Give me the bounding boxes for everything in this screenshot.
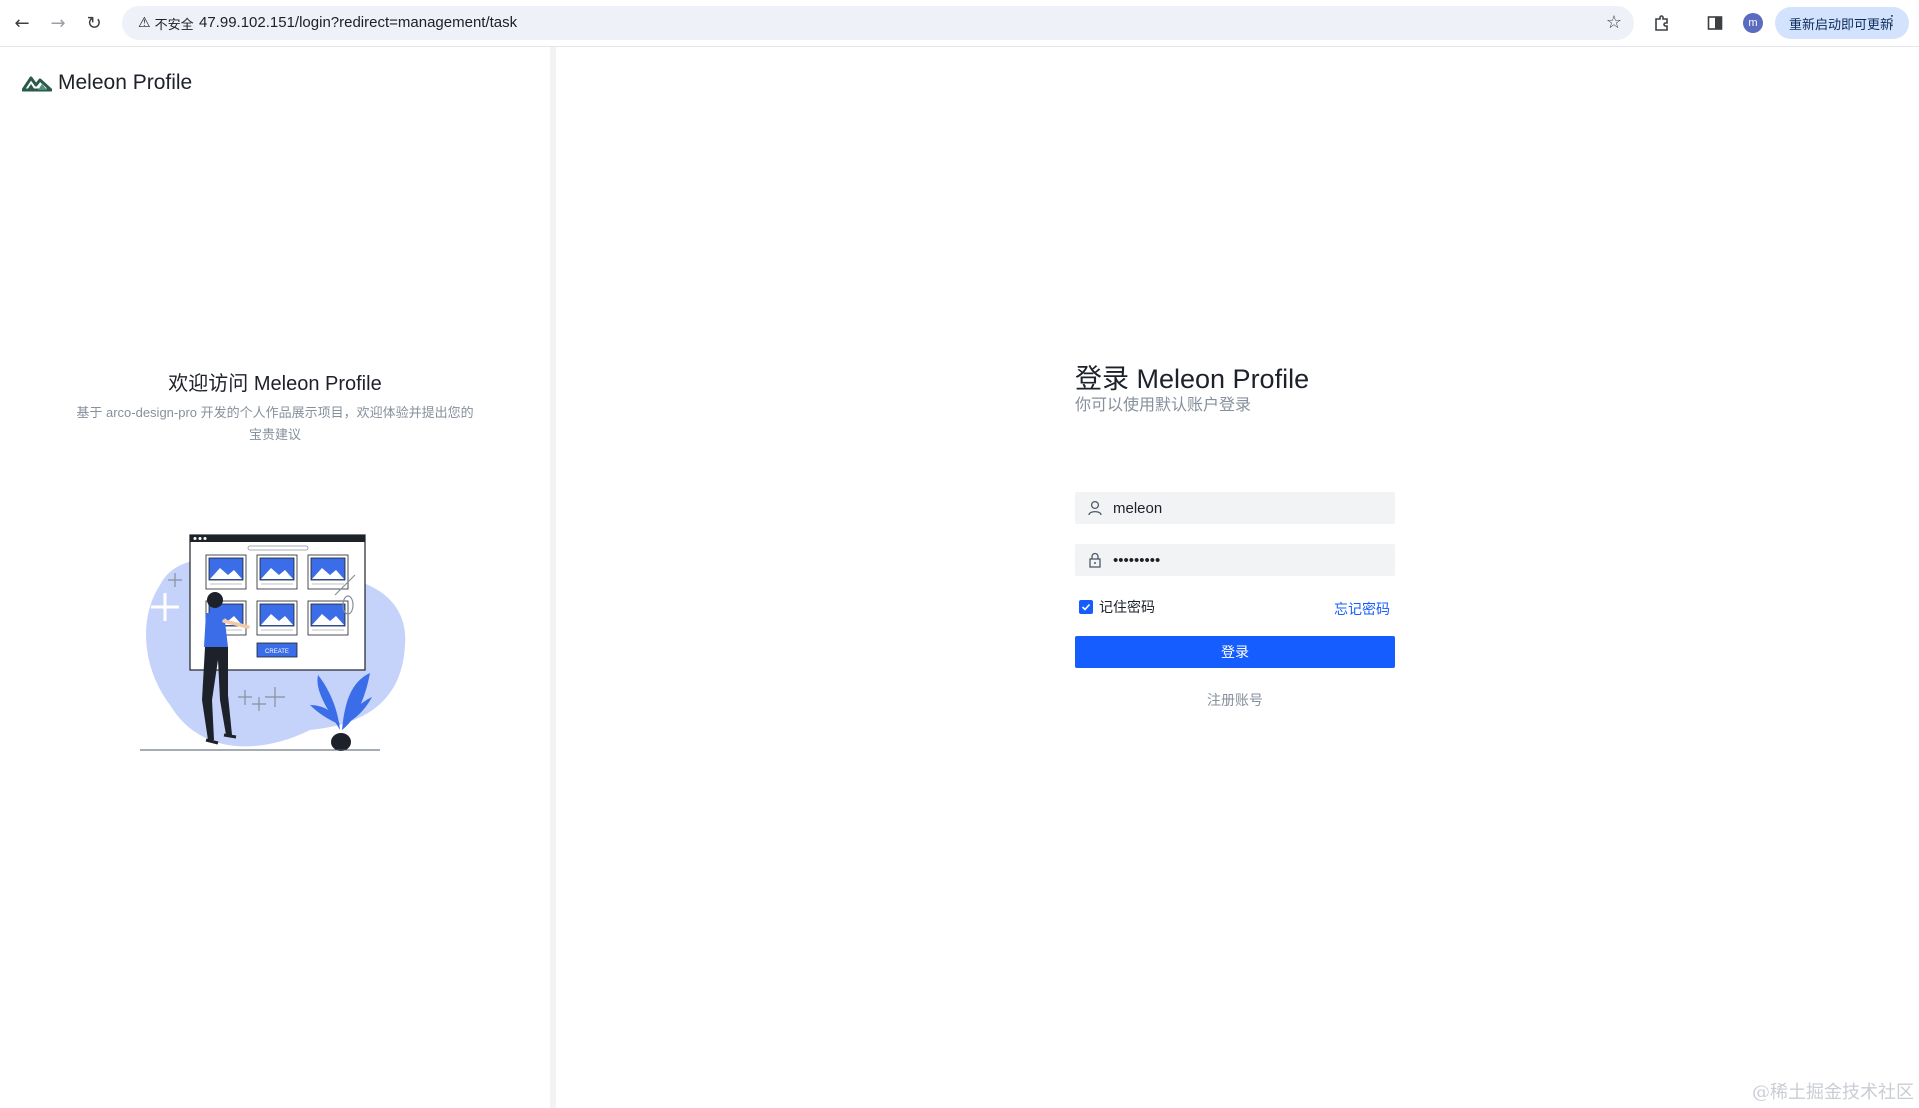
menu-icon[interactable]: ⋮ (1885, 13, 1899, 29)
remember-password[interactable]: 记住密码 (1079, 597, 1155, 617)
gallery-illustration: CREATE (140, 534, 406, 751)
warning-icon: ⚠ (138, 15, 151, 31)
login-subtitle: 你可以使用默认账户登录 (1075, 397, 1252, 414)
reload-icon[interactable]: ↻ (81, 10, 107, 36)
brand-logo[interactable]: Meleon Profile (22, 71, 192, 95)
update-button[interactable]: 重新启动即可更新 ⋮ (1775, 7, 1909, 39)
username-input[interactable] (1113, 492, 1383, 524)
address-bar[interactable]: ⚠ 不安全 47.99.102.151/login?redirect=manag… (122, 6, 1634, 40)
watermark: @稀土掘金技术社区 (1752, 1082, 1914, 1103)
login-button[interactable]: 登录 (1075, 636, 1395, 668)
extensions-icon[interactable] (1650, 11, 1674, 35)
panel-divider (550, 47, 556, 1108)
user-icon (1088, 500, 1102, 516)
url-text[interactable]: 47.99.102.151/login?redirect=management/… (199, 14, 517, 31)
password-field[interactable] (1075, 544, 1395, 576)
illustration-button-label: CREATE (265, 649, 289, 655)
mountain-logo-icon (22, 76, 52, 92)
welcome-title: 欢迎访问 Meleon Profile (168, 373, 382, 395)
forgot-password-link[interactable]: 忘记密码 (1334, 599, 1390, 619)
remember-checkbox[interactable] (1079, 600, 1093, 614)
browser-toolbar: ← → ↻ ⚠ 不安全 47.99.102.151/login?redirect… (0, 0, 1919, 47)
security-indicator[interactable]: ⚠ 不安全 (128, 10, 204, 36)
password-input[interactable] (1113, 544, 1383, 576)
back-icon[interactable]: ← (9, 10, 35, 36)
remember-label: 记住密码 (1099, 599, 1155, 615)
profile-avatar[interactable]: m (1743, 13, 1763, 33)
brand-name: Meleon Profile (58, 71, 193, 94)
register-link[interactable]: 注册账号 (1075, 690, 1395, 710)
update-label: 重新启动即可更新 (1789, 16, 1894, 32)
username-field[interactable] (1075, 492, 1395, 524)
security-label: 不安全 (154, 16, 194, 32)
side-panel-icon[interactable] (1703, 11, 1727, 35)
welcome-subtitle: 基于 arco-design-pro 开发的个人作品展示项目，欢迎体验并提出您的… (76, 405, 474, 442)
bookmark-star-icon[interactable]: ☆ (1602, 11, 1626, 35)
lock-icon (1089, 552, 1101, 568)
forward-icon[interactable]: → (45, 10, 71, 36)
check-icon (1081, 603, 1091, 611)
welcome-panel: Meleon Profile 欢迎访问 Meleon Profile 基于 ar… (0, 47, 550, 1108)
